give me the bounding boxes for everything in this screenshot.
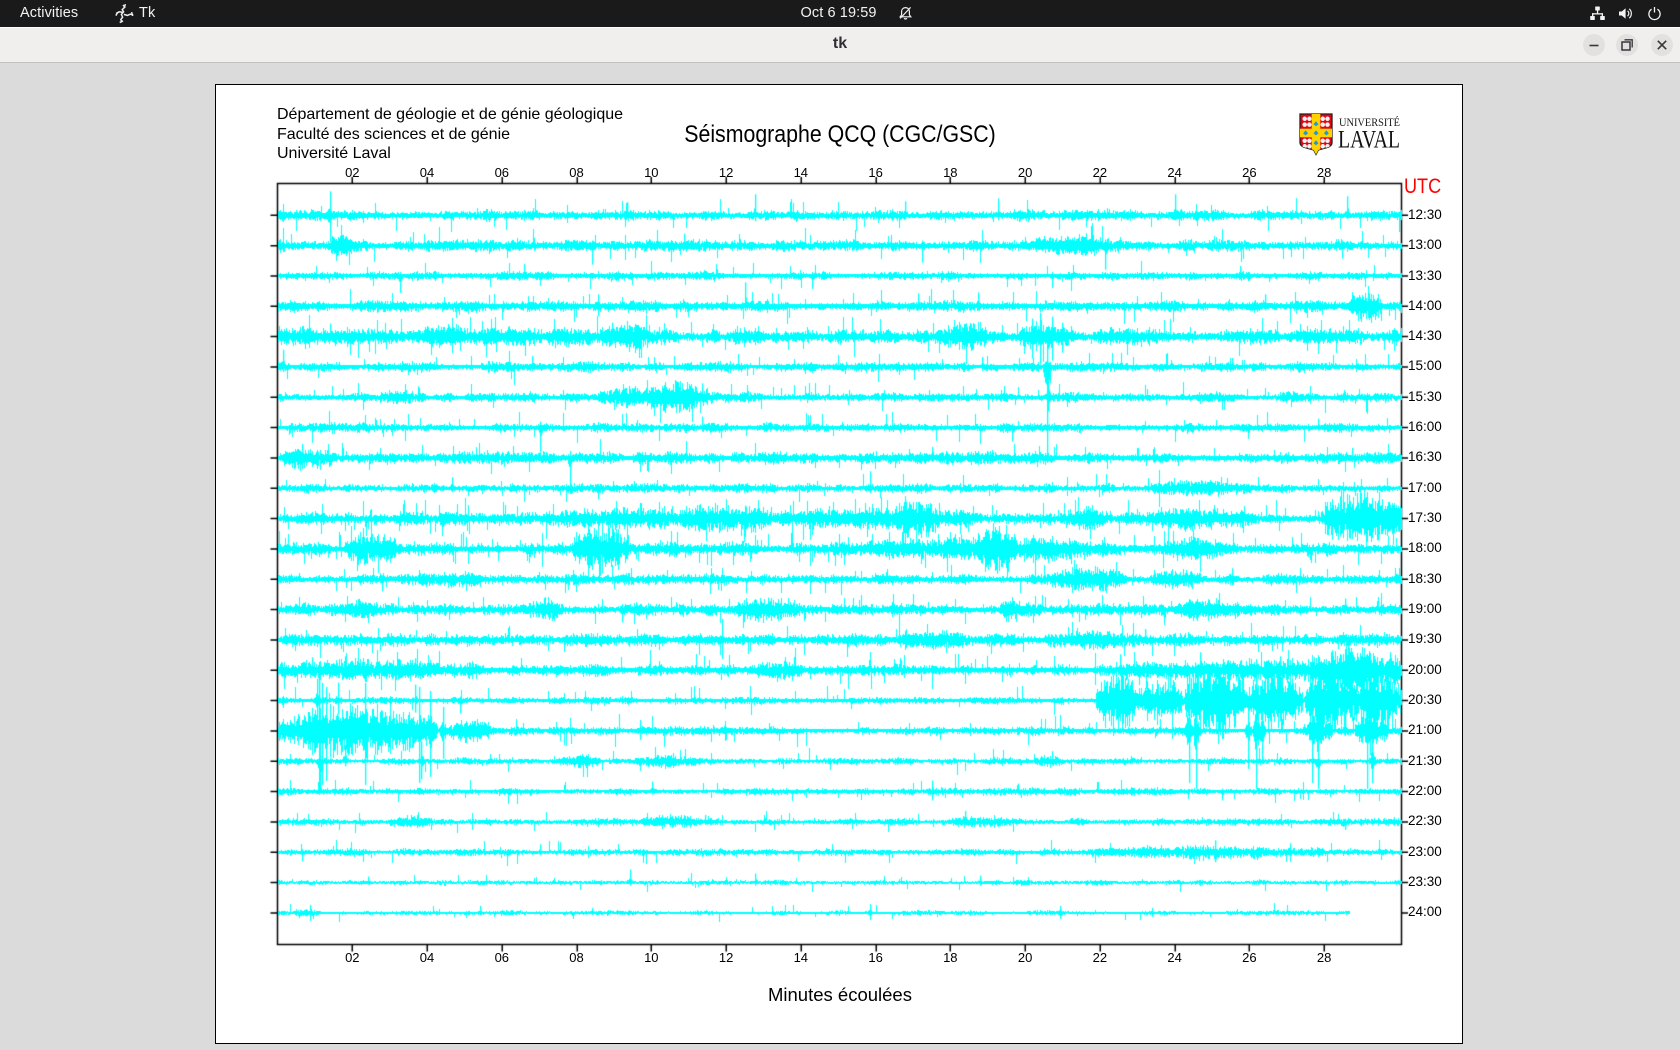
svg-text:LAVAL: LAVAL bbox=[1338, 127, 1400, 154]
